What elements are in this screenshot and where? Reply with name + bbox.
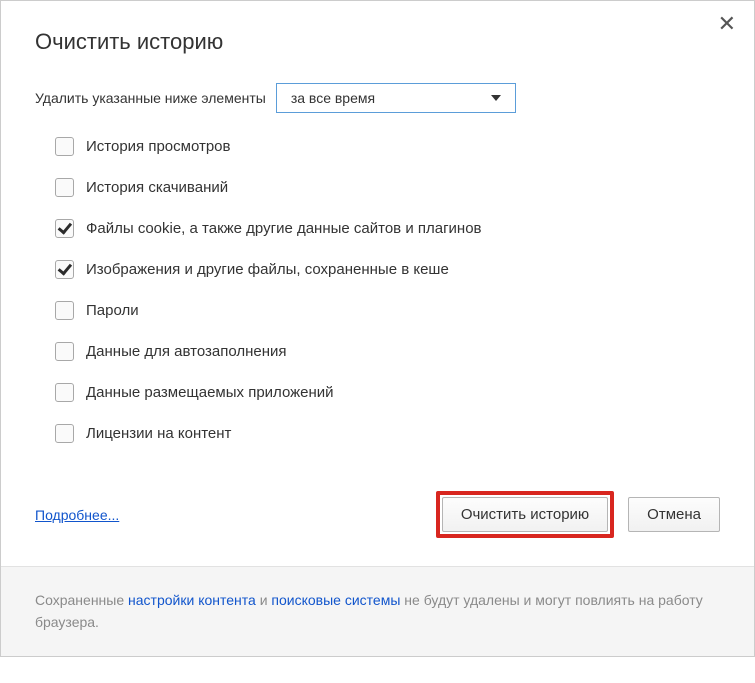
time-range-select[interactable]: за все время [276, 83, 516, 113]
clear-button-highlight: Очистить историю [436, 491, 614, 538]
content-settings-link[interactable]: настройки контента [128, 592, 256, 608]
option-label: Данные размещаемых приложений [86, 384, 334, 401]
time-range-selected: за все время [291, 90, 375, 106]
dialog-footer: Сохраненные настройки контента и поисков… [1, 566, 754, 656]
option-passwords: Пароли [55, 301, 720, 320]
option-cached-images: Изображения и другие файлы, сохраненные … [55, 260, 720, 279]
option-label: Пароли [86, 302, 139, 319]
dialog-title: Очистить историю [35, 29, 720, 55]
chevron-down-icon [491, 95, 501, 101]
search-engines-link[interactable]: поисковые системы [271, 592, 400, 608]
checkbox-cookies[interactable] [55, 219, 74, 238]
clear-history-dialog: ✕ Очистить историю Удалить указанные ниж… [0, 0, 755, 657]
time-range-row: Удалить указанные ниже элементы за все в… [35, 83, 720, 113]
checkbox-content-licenses[interactable] [55, 424, 74, 443]
dialog-body: Очистить историю Удалить указанные ниже … [1, 1, 754, 566]
clear-history-button[interactable]: Очистить историю [442, 497, 608, 532]
options-list: История просмотров История скачиваний Фа… [35, 137, 720, 443]
option-label: Лицензии на контент [86, 425, 231, 442]
option-label: Данные для автозаполнения [86, 343, 287, 360]
checkbox-download-history[interactable] [55, 178, 74, 197]
checkbox-autofill[interactable] [55, 342, 74, 361]
action-buttons: Очистить историю Отмена [436, 491, 720, 538]
learn-more-link[interactable]: Подробнее... [35, 507, 119, 523]
option-autofill: Данные для автозаполнения [55, 342, 720, 361]
option-browsing-history: История просмотров [55, 137, 720, 156]
footer-text-prefix: Сохраненные [35, 592, 128, 608]
option-content-licenses: Лицензии на контент [55, 424, 720, 443]
checkbox-browsing-history[interactable] [55, 137, 74, 156]
option-cookies: Файлы cookie, а также другие данные сайт… [55, 219, 720, 238]
dialog-actions: Подробнее... Очистить историю Отмена [35, 491, 720, 538]
cancel-button[interactable]: Отмена [628, 497, 720, 532]
option-label: История просмотров [86, 138, 231, 155]
checkbox-passwords[interactable] [55, 301, 74, 320]
option-label: История скачиваний [86, 179, 228, 196]
close-button[interactable]: ✕ [718, 13, 736, 35]
option-hosted-apps: Данные размещаемых приложений [55, 383, 720, 402]
option-label: Файлы cookie, а также другие данные сайт… [86, 220, 482, 237]
close-icon: ✕ [718, 11, 736, 36]
footer-text-mid: и [256, 592, 272, 608]
checkbox-hosted-apps[interactable] [55, 383, 74, 402]
checkbox-cached-images[interactable] [55, 260, 74, 279]
time-range-label: Удалить указанные ниже элементы [35, 90, 266, 106]
option-label: Изображения и другие файлы, сохраненные … [86, 261, 449, 278]
option-download-history: История скачиваний [55, 178, 720, 197]
